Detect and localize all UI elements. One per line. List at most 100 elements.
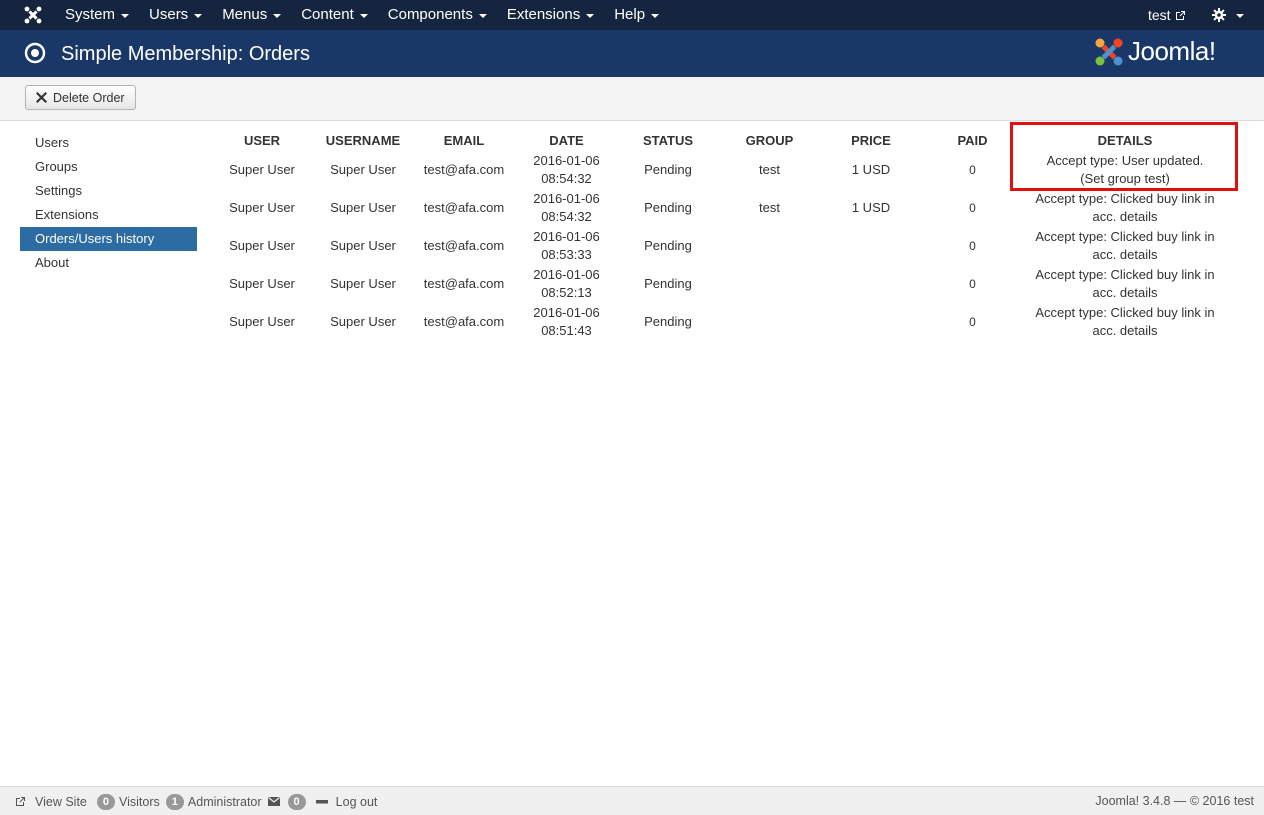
caret-down-icon xyxy=(194,14,203,18)
version-info: Joomla! 3.4.8 — © 2016 test xyxy=(1095,794,1254,808)
cell-details: Accept type: Clicked buy link in acc. de… xyxy=(1035,229,1215,262)
cell-username: Super User xyxy=(330,200,396,215)
caret-down-icon xyxy=(651,14,660,18)
menu-extensions[interactable]: Extensions xyxy=(497,0,604,30)
cell-group: test xyxy=(759,200,780,215)
visitors-count-badge: 0 xyxy=(96,793,116,810)
menu-users[interactable]: Users xyxy=(139,0,212,30)
cell-group xyxy=(717,303,822,341)
cell-price xyxy=(822,227,920,265)
cell-username: Super User xyxy=(330,238,396,253)
joomla-logo-icon xyxy=(1095,38,1123,65)
cell-details: Accept type: Clicked buy link in acc. de… xyxy=(1035,305,1215,338)
cell-status: Pending xyxy=(644,162,692,177)
cell-details: Accept type: User updated.(Set group tes… xyxy=(1046,153,1204,186)
cell-username: Super User xyxy=(330,276,396,291)
messages-status[interactable]: 0 xyxy=(267,793,310,810)
sidebar-item-about[interactable]: About xyxy=(20,251,197,275)
target-icon xyxy=(24,42,46,64)
messages-count-badge: 0 xyxy=(287,793,306,810)
view-site-link[interactable]: View Site xyxy=(15,795,87,809)
cell-group xyxy=(717,265,822,303)
sidebar-item-users[interactable]: Users xyxy=(20,131,197,155)
cell-user: Super User xyxy=(229,162,295,177)
toolbar: Delete Order xyxy=(0,77,1264,121)
menu-components[interactable]: Components xyxy=(378,0,497,30)
cell-email: test@afa.com xyxy=(423,200,505,215)
cell-date-time: 08:54:32 xyxy=(541,171,592,186)
cell-price xyxy=(822,265,920,303)
cell-paid: 0 xyxy=(969,201,976,215)
cell-details: Accept type: Clicked buy link in acc. de… xyxy=(1035,267,1215,300)
footer-status-links: View Site 0 Visitors 1 Administrator 0 L… xyxy=(15,787,383,815)
cell-date-time: 08:51:43 xyxy=(541,323,592,338)
caret-down-icon xyxy=(586,14,595,18)
caret-down-icon xyxy=(273,14,282,18)
cell-date-time: 08:52:13 xyxy=(541,285,592,300)
external-link-icon xyxy=(16,797,25,806)
sidebar-item-orders-history[interactable]: Orders/Users history xyxy=(20,227,197,251)
menu-label: Content xyxy=(301,6,354,23)
menu-label: Components xyxy=(387,6,473,23)
cell-paid: 0 xyxy=(969,239,976,253)
table-row[interactable]: Super User Super User test@afa.com 2016-… xyxy=(212,227,1225,265)
menu-menus[interactable]: Menus xyxy=(212,0,291,30)
column-header-date: DATE xyxy=(549,133,584,148)
delete-order-button[interactable]: Delete Order xyxy=(25,85,136,110)
cell-status: Pending xyxy=(644,276,692,291)
cell-date-time: 08:54:32 xyxy=(541,209,592,224)
cell-date-day: 2016-01-06 xyxy=(533,229,600,244)
cell-date-day: 2016-01-06 xyxy=(533,153,600,168)
table-row[interactable]: Super User Super User test@afa.com 2016-… xyxy=(212,151,1225,189)
table-row[interactable]: Super User Super User test@afa.com 2016-… xyxy=(212,189,1225,227)
menu-label: Extensions xyxy=(506,6,581,23)
cell-price: 1 USD xyxy=(851,162,891,177)
cell-paid: 0 xyxy=(969,277,976,291)
column-header-paid: PAID xyxy=(957,133,988,148)
cell-price: 1 USD xyxy=(851,200,891,215)
menu-help[interactable]: Help xyxy=(604,0,669,30)
column-header-username: USERNAME xyxy=(325,133,401,148)
visitors-label: Visitors xyxy=(119,794,160,809)
cell-status: Pending xyxy=(644,238,692,253)
sidebar-item-settings[interactable]: Settings xyxy=(20,179,197,203)
table-row[interactable]: Super User Super User test@afa.com 2016-… xyxy=(212,303,1225,341)
status-footer: View Site 0 Visitors 1 Administrator 0 L… xyxy=(0,786,1264,815)
cell-email: test@afa.com xyxy=(423,238,505,253)
admins-status[interactable]: 1 Administrator xyxy=(165,793,262,810)
top-navbar: System Users Menus Content Components Ex… xyxy=(0,0,1264,30)
site-link-label: test xyxy=(1148,7,1171,23)
cell-username: Super User xyxy=(330,162,396,177)
page-title: Simple Membership: Orders xyxy=(61,43,310,65)
cell-date-day: 2016-01-06 xyxy=(533,305,600,320)
menu-label: Help xyxy=(614,6,646,23)
admin-label: Administrator xyxy=(187,794,262,809)
envelope-icon xyxy=(267,797,280,806)
delete-order-label: Delete Order xyxy=(53,90,125,105)
menu-label: System xyxy=(65,6,116,23)
main-menu: System Users Menus Content Components Ex… xyxy=(55,0,669,30)
joomla-brand-icon[interactable] xyxy=(24,6,42,24)
visitors-status[interactable]: 0 Visitors xyxy=(96,793,160,810)
menu-system[interactable]: System xyxy=(55,0,139,30)
column-header-user: USER xyxy=(243,133,281,148)
minus-icon xyxy=(315,799,328,803)
sidebar-item-groups[interactable]: Groups xyxy=(20,155,197,179)
menu-content[interactable]: Content xyxy=(291,0,378,30)
settings-dropdown[interactable] xyxy=(1212,0,1244,30)
table-row[interactable]: Super User Super User test@afa.com 2016-… xyxy=(212,265,1225,303)
column-header-status: STATUS xyxy=(642,133,694,148)
cell-user: Super User xyxy=(229,276,295,291)
logout-link[interactable]: Log out xyxy=(315,794,378,809)
logout-label: Log out xyxy=(335,794,378,809)
admin-count-badge: 1 xyxy=(165,793,184,810)
menu-label: Menus xyxy=(222,6,268,23)
sidebar-item-extensions[interactable]: Extensions xyxy=(20,203,197,227)
column-header-email: EMAIL xyxy=(443,133,485,148)
cell-price xyxy=(822,303,920,341)
cell-date: 2016-01-06 08:53:33 xyxy=(514,227,619,265)
site-link[interactable]: test xyxy=(1148,0,1186,30)
cell-email: test@afa.com xyxy=(423,162,505,177)
cell-date: 2016-01-06 08:54:32 xyxy=(514,151,619,189)
cell-date-day: 2016-01-06 xyxy=(533,267,600,282)
